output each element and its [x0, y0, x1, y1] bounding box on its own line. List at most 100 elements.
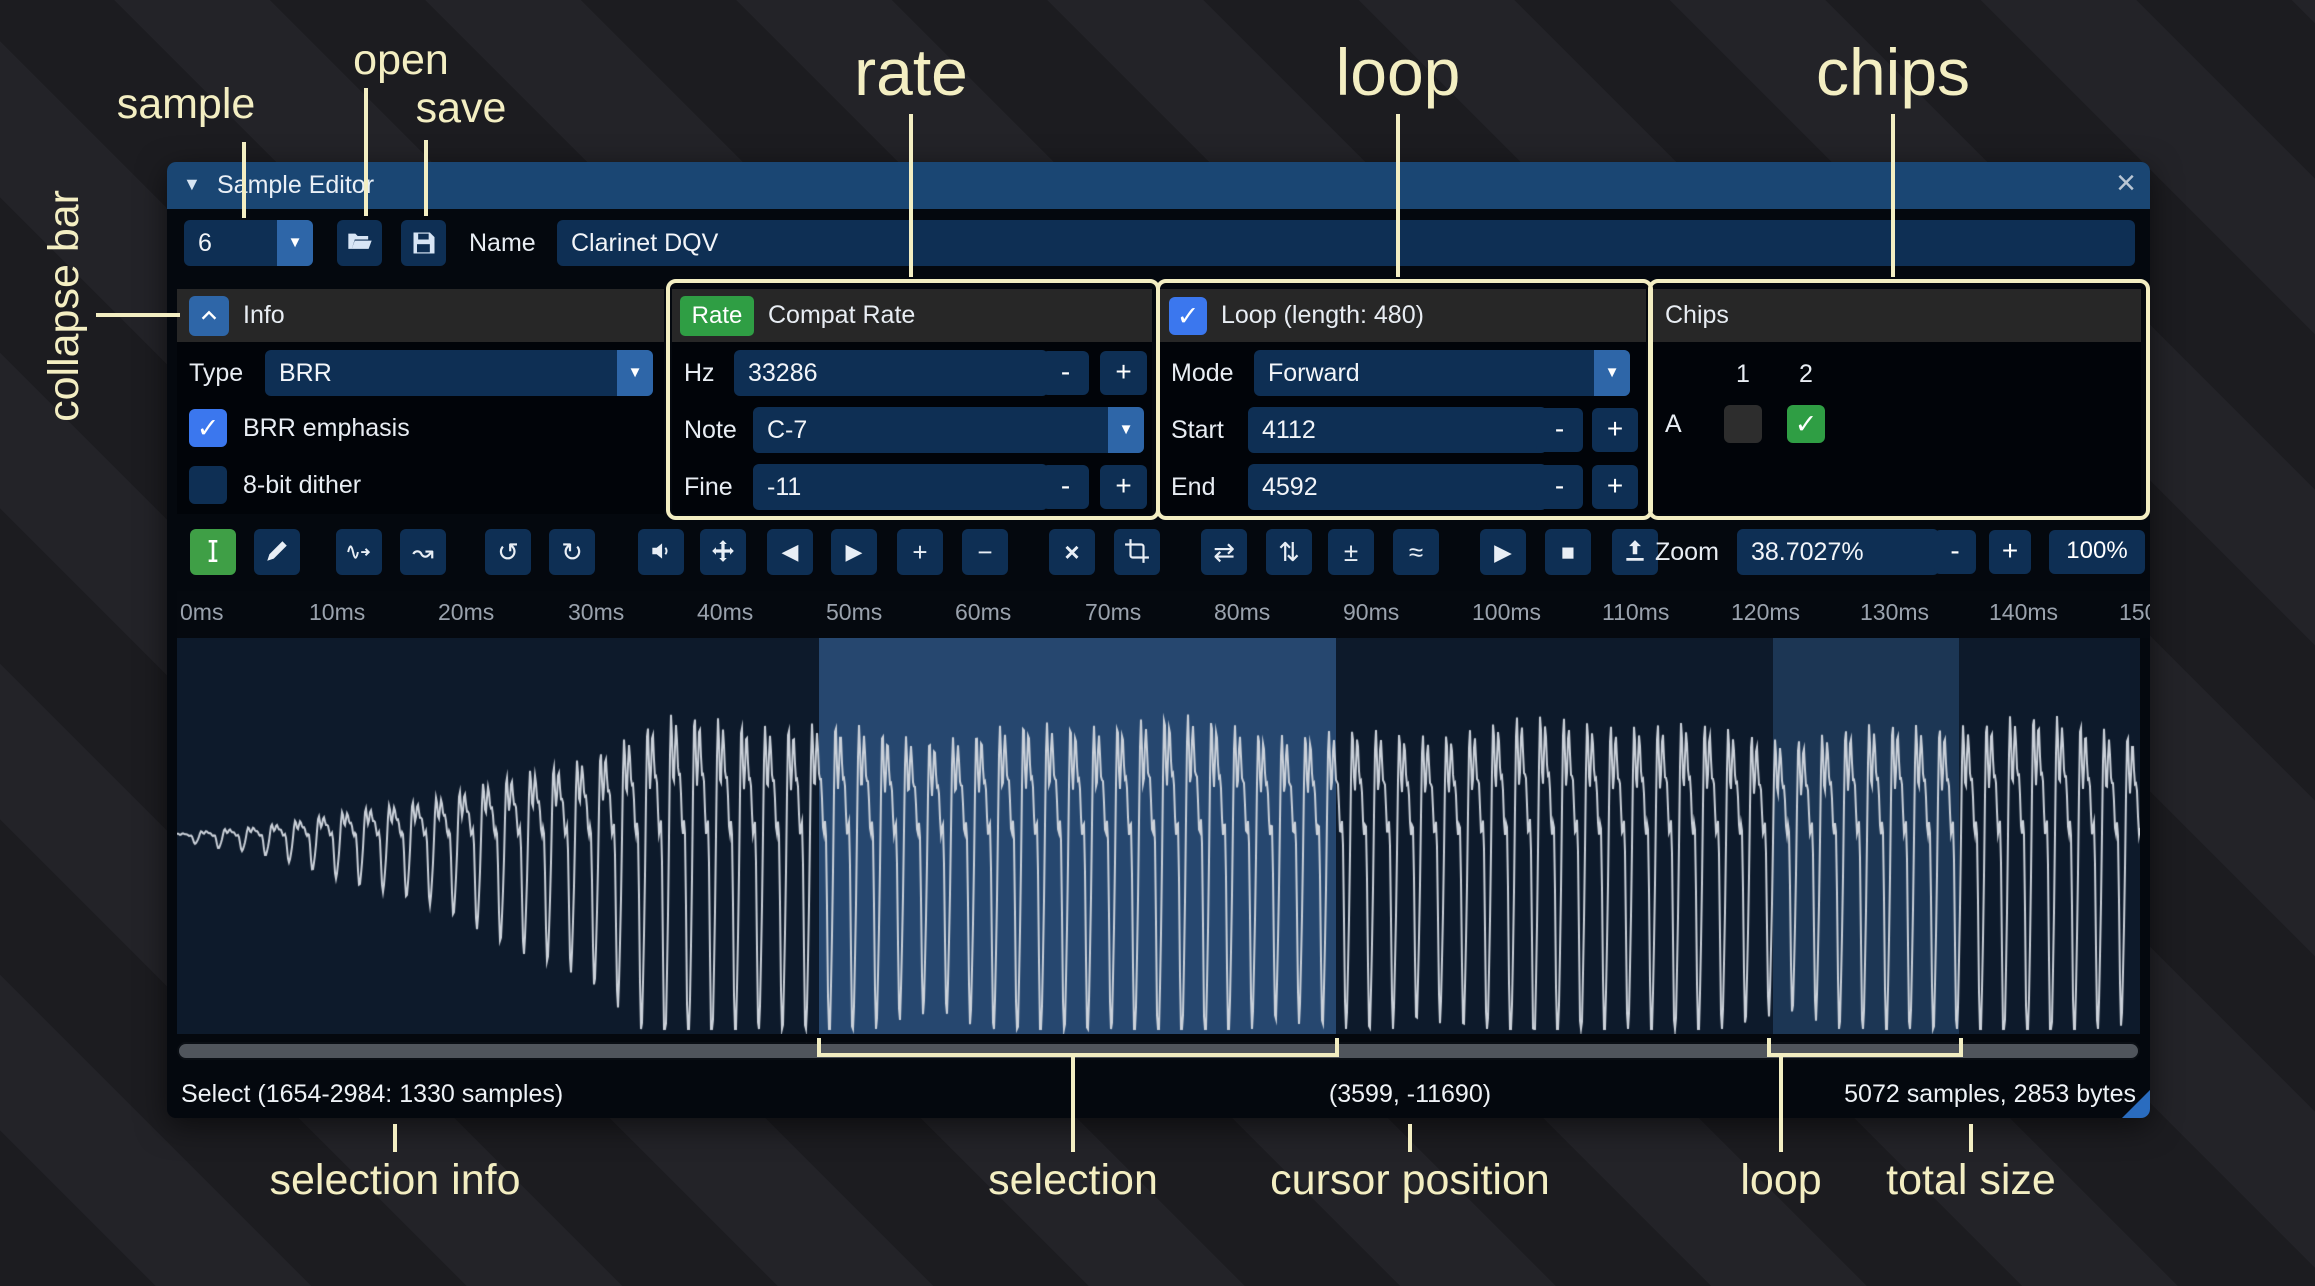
- callout-line-selection: [1071, 1055, 1075, 1152]
- stop-preview-button[interactable]: ■: [1545, 529, 1591, 575]
- speaker-icon: [648, 538, 674, 564]
- resize-wave-icon: [346, 538, 372, 564]
- delete-icon: ×: [1064, 537, 1079, 567]
- ruler-tick-label: 90ms: [1343, 599, 1399, 626]
- annotation-chips: chips: [1816, 34, 1970, 110]
- callout-line-selection-info: [393, 1124, 397, 1152]
- callout-line-save: [424, 140, 428, 216]
- redo-button[interactable]: ↻: [549, 529, 595, 575]
- callout-line-chips: [1891, 114, 1895, 277]
- resize-button[interactable]: [336, 529, 382, 575]
- preview-button[interactable]: ▶: [1480, 529, 1526, 575]
- ruler-tick-label: 10ms: [309, 599, 365, 626]
- zoom-value-input[interactable]: 38.7027%: [1737, 529, 1939, 575]
- pencil-icon: [264, 538, 290, 564]
- annotation-loop-bottom: loop: [1740, 1156, 1821, 1205]
- fade-in-icon: ◀: [782, 539, 799, 564]
- signedness-icon: ±: [1344, 537, 1358, 567]
- play-icon: ▶: [1494, 539, 1512, 565]
- invert-button[interactable]: ⇅: [1266, 529, 1312, 575]
- type-select[interactable]: BRR ▼: [265, 350, 653, 396]
- titlebar[interactable]: ▼ Sample Editor ×: [167, 162, 2150, 209]
- save-button[interactable]: [401, 220, 446, 266]
- toolbar: ↝ ↺ ↻ ◀ ▶ + − × ⇄ ⇅: [177, 529, 2140, 575]
- ruler-tick-label: 100ms: [1472, 599, 1541, 626]
- zoom-out-button[interactable]: -: [1934, 530, 1976, 574]
- waveform-canvas[interactable]: [177, 638, 2140, 1034]
- annotation-selection-info: selection info: [270, 1156, 521, 1205]
- trim-button[interactable]: [1114, 529, 1160, 575]
- callout-line-loop: [1396, 114, 1400, 277]
- window-title: Sample Editor: [217, 171, 374, 200]
- resample-button[interactable]: ↝: [400, 529, 446, 575]
- ruler-tick-label: 150ms: [2119, 599, 2150, 626]
- draw-tool-button[interactable]: [254, 529, 300, 575]
- dither-label: 8-bit dither: [243, 462, 361, 508]
- insert-silence-icon: +: [912, 537, 927, 567]
- filter-button[interactable]: ≈: [1393, 529, 1439, 575]
- dither-checkbox[interactable]: [189, 466, 227, 504]
- ruler-tick-label: 0ms: [180, 599, 223, 626]
- apply-silence-button[interactable]: −: [962, 529, 1008, 575]
- cursor-position-text: (3599, -11690): [1210, 1070, 1610, 1118]
- chips-callout-box: [1648, 279, 2150, 520]
- crop-icon: [1124, 538, 1150, 564]
- upload-icon: [1622, 538, 1648, 564]
- zoom-reset-button[interactable]: 100%: [2049, 530, 2145, 574]
- ruler-tick-label: 60ms: [955, 599, 1011, 626]
- annotation-rate: rate: [854, 34, 968, 110]
- invert-icon: ⇅: [1278, 537, 1300, 567]
- amplify-button[interactable]: [638, 529, 684, 575]
- zoom-in-button[interactable]: +: [1989, 530, 2031, 574]
- fade-in-button[interactable]: ◀: [767, 529, 813, 575]
- callout-line-sample: [242, 142, 246, 218]
- ruler-tick-label: 140ms: [1989, 599, 2058, 626]
- move-arrows-icon: [710, 538, 736, 564]
- collapse-bar-button[interactable]: [189, 296, 229, 336]
- annotation-sample: sample: [117, 80, 256, 129]
- time-ruler[interactable]: 0ms 10ms 20ms 30ms 40ms 50ms 60ms 70ms 8…: [177, 591, 2150, 638]
- ruler-tick-label: 120ms: [1731, 599, 1800, 626]
- sample-select[interactable]: 6 ▼: [184, 220, 313, 266]
- chevron-down-icon[interactable]: ▼: [617, 350, 653, 396]
- reverse-button[interactable]: ⇄: [1201, 529, 1247, 575]
- delete-button[interactable]: ×: [1049, 529, 1095, 575]
- annotation-loop: loop: [1336, 34, 1461, 110]
- callout-line-cursor-position: [1408, 1124, 1412, 1152]
- waveform-view[interactable]: [177, 638, 2140, 1034]
- name-input[interactable]: Clarinet DQV: [557, 220, 2135, 266]
- type-label: Type: [189, 350, 243, 396]
- annotation-collapse-bar: collapse bar: [40, 190, 89, 422]
- ruler-tick-label: 80ms: [1214, 599, 1270, 626]
- callout-line-loop-bottom: [1779, 1055, 1783, 1152]
- window-collapse-icon[interactable]: ▼: [183, 174, 201, 195]
- chevron-down-icon[interactable]: ▼: [277, 220, 313, 266]
- ruler-tick-label: 40ms: [697, 599, 753, 626]
- info-section: Info Type BRR ▼ ✓ BRR emphasis 8-bit dit…: [177, 289, 664, 514]
- open-button[interactable]: [337, 220, 382, 266]
- selection-info-text: Select (1654-2984: 1330 samples): [181, 1070, 563, 1118]
- signedness-button[interactable]: ±: [1328, 529, 1374, 575]
- undo-button[interactable]: ↺: [485, 529, 531, 575]
- undo-icon: ↺: [497, 537, 519, 567]
- total-size-text: 5072 samples, 2853 bytes: [1844, 1070, 2136, 1118]
- select-tool-button[interactable]: [190, 529, 236, 575]
- brr-emphasis-checkbox[interactable]: ✓: [189, 409, 227, 447]
- name-label: Name: [469, 220, 536, 266]
- status-bar: Select (1654-2984: 1330 samples) (3599, …: [167, 1070, 2150, 1118]
- reverse-icon: ⇄: [1213, 537, 1235, 567]
- resample-wave-icon: ↝: [412, 537, 434, 567]
- annotation-save: save: [416, 84, 507, 133]
- info-header: Info: [177, 289, 664, 342]
- fade-out-button[interactable]: ▶: [831, 529, 877, 575]
- selection-bracket: [817, 1038, 1339, 1057]
- resize-corner-handle[interactable]: [2122, 1090, 2150, 1118]
- close-icon[interactable]: ×: [2116, 164, 2136, 203]
- name-input-value: Clarinet DQV: [571, 229, 718, 257]
- ruler-tick-label: 110ms: [1602, 599, 1669, 626]
- create-wavetable-button[interactable]: [1612, 529, 1658, 575]
- normalize-button[interactable]: [700, 529, 746, 575]
- insert-silence-button[interactable]: +: [897, 529, 943, 575]
- info-header-label: Info: [243, 292, 285, 338]
- callout-line-total-size: [1969, 1124, 1973, 1152]
